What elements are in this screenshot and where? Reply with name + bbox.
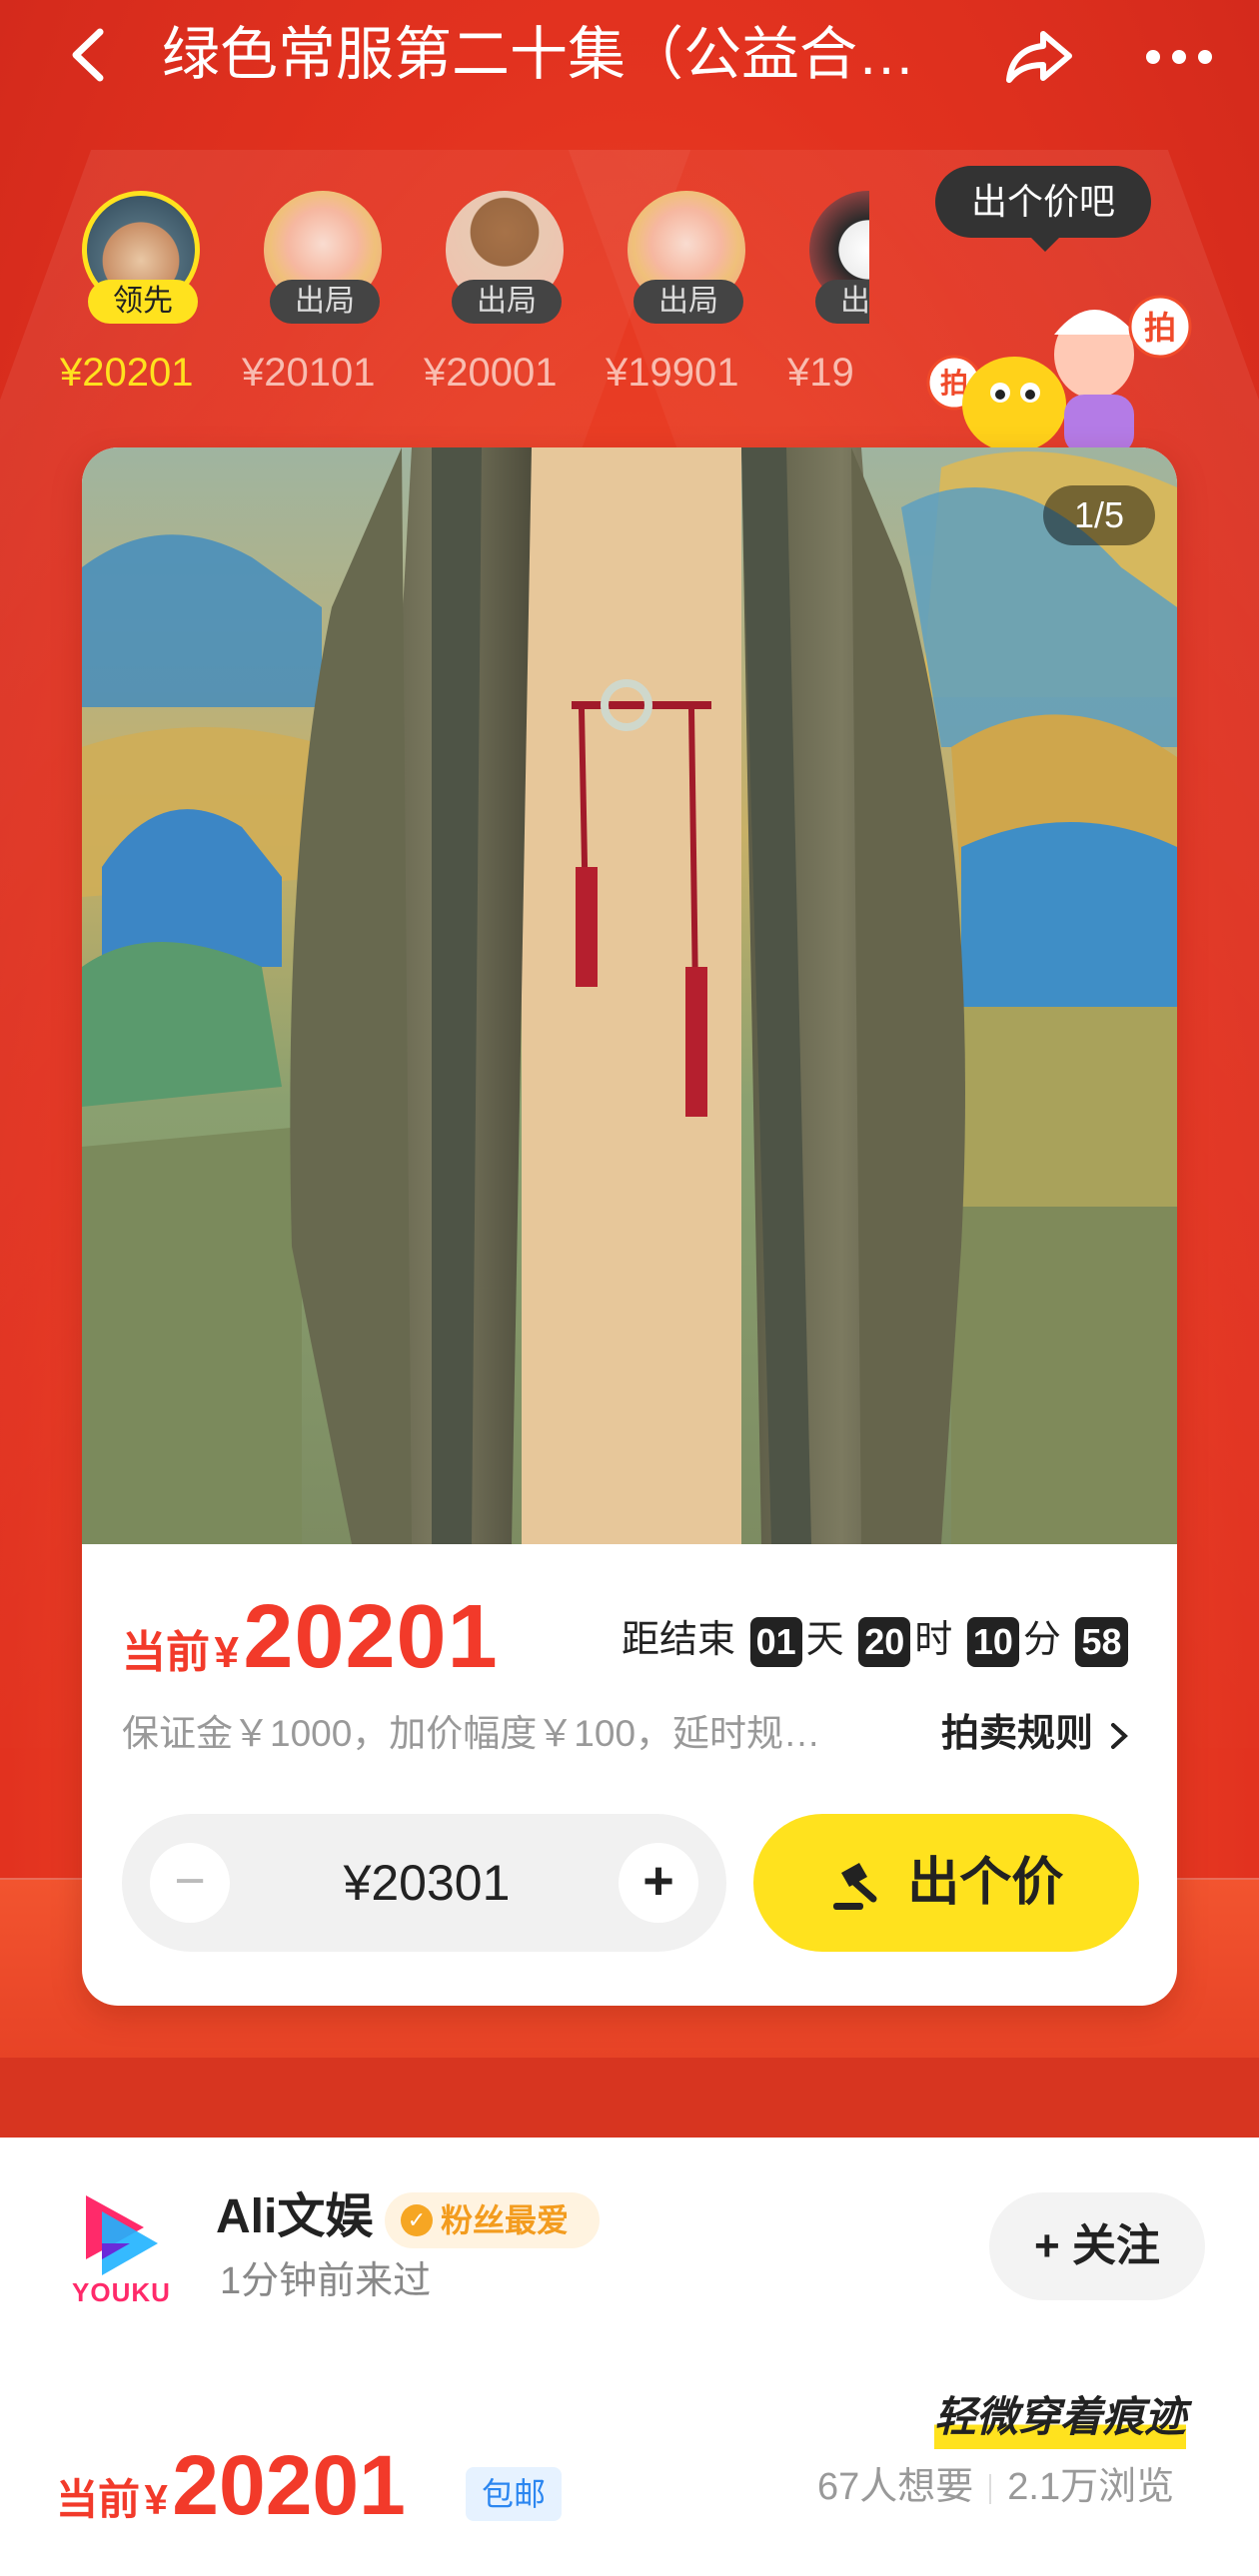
bidder-item[interactable]: 领先 ¥20201 xyxy=(60,185,230,410)
place-bid-label: 出个价 xyxy=(907,1854,1064,1912)
auction-rules-summary: 保证金￥1000，加价幅度￥100，延时规… xyxy=(122,1713,821,1754)
condition-tag: 轻微穿着痕迹 xyxy=(934,2385,1187,2449)
listing-currency: ¥ xyxy=(144,2476,168,2523)
svg-text:拍: 拍 xyxy=(1144,310,1176,346)
item-photo[interactable]: 1/5 xyxy=(82,447,1177,1544)
bidder-price: ¥19901 xyxy=(606,351,739,395)
bid-amount-value[interactable]: ¥20301 xyxy=(242,1814,612,1952)
listing-stats: 67人想要 2.1万浏览 xyxy=(817,2459,1174,2515)
current-price: 当前 ¥ 20201 xyxy=(122,1586,499,1687)
bid-amount-stepper: − ¥20301 + xyxy=(122,1814,726,1952)
bidder-price: ¥20101 xyxy=(242,351,376,395)
status-badge: 出局 xyxy=(270,280,380,324)
top-bar: 绿色常服第二十集（公益合… xyxy=(0,0,1259,110)
plus-icon: + xyxy=(1034,2221,1072,2270)
rules-link-label: 拍卖规则 xyxy=(941,1713,1094,1755)
bidder-item[interactable]: 出局 ¥20001 xyxy=(424,185,594,410)
page-title: 绿色常服第二十集（公益合… xyxy=(162,22,916,87)
hours-unit: 时 xyxy=(914,1619,953,1661)
countdown-label: 距结束 xyxy=(622,1619,736,1661)
status-badge: 出局 xyxy=(633,280,743,324)
follow-label: 关注 xyxy=(1071,2221,1160,2270)
back-icon[interactable] xyxy=(60,20,120,90)
auction-rules-link[interactable]: 拍卖规则 xyxy=(941,1706,1151,1762)
mascot-illustration: 拍 拍 xyxy=(904,265,1194,454)
auction-card: 1/5 当前 ¥ 20201 距结束 01 天 20 时 10 分 58 保证金￥10… xyxy=(82,447,1177,2006)
days-unit: 天 xyxy=(805,1619,844,1661)
wants-count: 67人想要 xyxy=(817,2466,974,2508)
cropped-text-row xyxy=(56,2557,1205,2576)
countdown-days: 01 xyxy=(749,1616,802,1667)
place-bid-button[interactable]: 出个价 xyxy=(753,1814,1139,1952)
youku-logo[interactable]: YOUKU xyxy=(66,2185,176,2315)
listing-price-value: 20201 xyxy=(172,2438,406,2532)
bidder-price: ¥20001 xyxy=(424,351,558,395)
gallery-counter: 1/5 xyxy=(1043,485,1155,545)
countdown-hours: 20 xyxy=(858,1616,911,1667)
more-icon[interactable] xyxy=(1139,20,1219,90)
status-badge: 出局 xyxy=(452,280,562,324)
status-badge: 领先 xyxy=(88,280,198,324)
current-price-value: 20201 xyxy=(243,1587,499,1687)
bidder-list: 领先 ¥20201 出局 ¥20101 出局 ¥20001 出局 ¥19901 … xyxy=(60,185,869,410)
current-label: 当前 xyxy=(122,1628,210,1677)
listing-current-label: 当前 xyxy=(56,2476,141,2523)
decrease-bid-button[interactable]: − xyxy=(150,1843,230,1923)
seller-name[interactable]: Ali文娱 xyxy=(216,2182,373,2252)
bidder-item[interactable]: 出局 ¥20101 xyxy=(242,185,412,410)
listing-price: 当前 ¥ 20201 xyxy=(56,2437,406,2537)
fan-badge-label: 粉丝最爱 xyxy=(441,2202,570,2238)
fan-favorite-badge: ✓ 粉丝最爱 xyxy=(385,2192,600,2248)
countdown-minutes: 10 xyxy=(966,1616,1019,1667)
share-icon[interactable] xyxy=(999,20,1079,90)
chevron-right-icon xyxy=(1110,1722,1128,1749)
countdown-seconds: 58 xyxy=(1075,1616,1128,1667)
last-visited: 1分钟前来过 xyxy=(220,2260,432,2302)
views-count: 2.1万浏览 xyxy=(1007,2466,1175,2508)
divider xyxy=(989,2473,992,2504)
bidder-item[interactable]: 出局 ¥19901 xyxy=(606,185,775,410)
bidder-price: ¥19 xyxy=(787,351,854,395)
free-shipping-badge: 包邮 xyxy=(466,2467,562,2521)
increase-bid-button[interactable]: + xyxy=(619,1843,698,1923)
bidder-price: ¥20201 xyxy=(60,351,194,395)
minutes-unit: 分 xyxy=(1022,1619,1061,1661)
bidder-item[interactable]: 出局 ¥19 xyxy=(787,185,869,410)
stage-base xyxy=(0,2058,1259,2138)
logo-text: YOUKU xyxy=(72,2277,171,2307)
currency-symbol: ¥ xyxy=(214,1628,239,1677)
follow-button[interactable]: + 关注 xyxy=(989,2192,1205,2300)
gavel-icon xyxy=(832,1863,877,1911)
check-icon: ✓ xyxy=(401,2204,433,2236)
countdown: 距结束 01 天 20 时 10 分 58 xyxy=(622,1612,1132,1668)
auction-info: 当前 ¥ 20201 距结束 01 天 20 时 10 分 58 保证金￥1000，加… xyxy=(82,1544,1177,2006)
bid-prompt-tooltip: 出个价吧 xyxy=(935,166,1151,252)
status-badge: 出局 xyxy=(815,280,869,324)
